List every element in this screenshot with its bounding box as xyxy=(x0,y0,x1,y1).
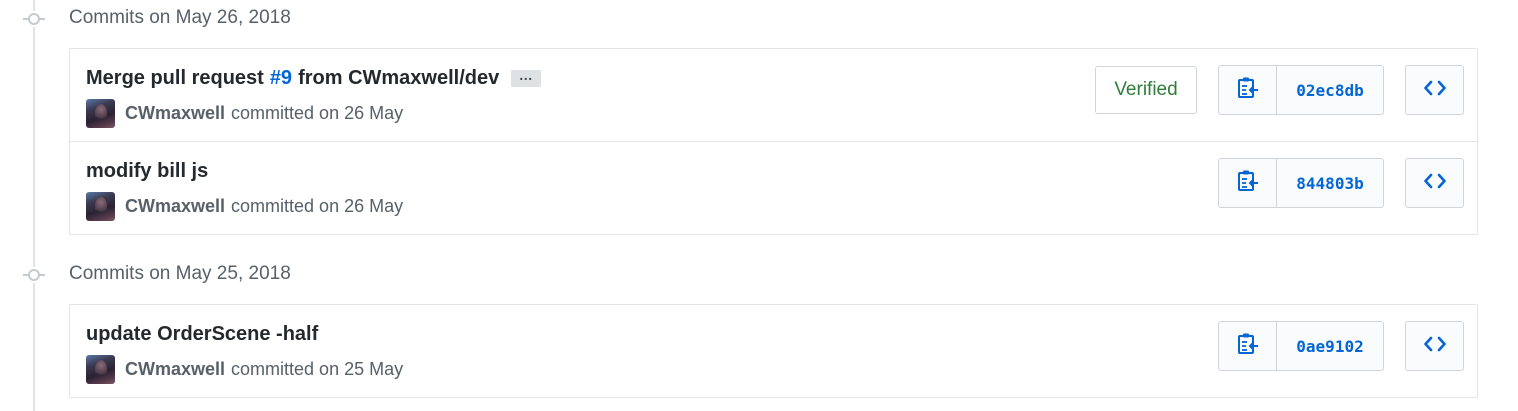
code-icon xyxy=(1423,336,1446,357)
commit-group-title: Commits on May 25, 2018 xyxy=(69,263,291,284)
git-commit-icon xyxy=(23,11,45,27)
copy-sha-button[interactable] xyxy=(1219,66,1277,114)
copy-sha-button[interactable] xyxy=(1219,159,1277,207)
commit-title-text[interactable]: from CWmaxwell/dev xyxy=(298,67,499,90)
commit-row: modify bill js CWmaxwell committed on 26… xyxy=(70,141,1477,233)
browse-files-button[interactable] xyxy=(1405,158,1464,208)
avatar[interactable] xyxy=(86,192,115,221)
commit-date-text: committed on 26 May xyxy=(231,196,404,216)
sha-button-group: 02ec8db xyxy=(1218,65,1384,115)
code-icon xyxy=(1423,80,1446,101)
commit-date-text: committed on 25 May xyxy=(231,359,404,379)
commit-meta: CWmaxwell committed on 26 May xyxy=(86,192,403,221)
timeline-line xyxy=(33,0,35,411)
clipboard-icon xyxy=(1237,169,1259,198)
commit-list: update OrderScene -half CWmaxwell commit… xyxy=(69,304,1478,398)
author-link[interactable]: CWmaxwell xyxy=(125,103,225,124)
commit-sha-link[interactable]: 02ec8db xyxy=(1277,66,1383,114)
commit-sha-link[interactable]: 0ae9102 xyxy=(1277,322,1383,370)
avatar[interactable] xyxy=(86,355,115,384)
commit-meta: CWmaxwell committed on 25 May xyxy=(86,355,403,384)
author-link[interactable]: CWmaxwell xyxy=(125,196,225,217)
commit-sha-link[interactable]: 844803b xyxy=(1277,159,1383,207)
commit-group-title: Commits on May 26, 2018 xyxy=(69,7,291,28)
commit-title: Merge pull request #9 from CWmaxwell/dev… xyxy=(86,67,542,90)
commit-date-text: committed on 26 May xyxy=(231,103,404,123)
commit-title: modify bill js xyxy=(86,160,208,183)
pull-request-link[interactable]: #9 xyxy=(270,67,292,90)
commit-title-text[interactable]: update OrderScene -half xyxy=(86,323,318,346)
commit-row: update OrderScene -half CWmaxwell commit… xyxy=(70,305,1477,397)
commit-title-text[interactable]: modify bill js xyxy=(86,160,208,183)
commit-row: Merge pull request #9 from CWmaxwell/dev… xyxy=(70,49,1477,141)
avatar[interactable] xyxy=(86,99,115,128)
commit-list: Merge pull request #9 from CWmaxwell/dev… xyxy=(69,48,1478,235)
copy-sha-button[interactable] xyxy=(1219,322,1277,370)
clipboard-icon xyxy=(1237,76,1259,105)
git-commit-icon xyxy=(23,267,45,283)
commit-meta: CWmaxwell committed on 26 May xyxy=(86,99,403,128)
code-icon xyxy=(1423,173,1446,194)
commit-title: update OrderScene -half xyxy=(86,323,318,346)
sha-button-group: 0ae9102 xyxy=(1218,321,1384,371)
verified-badge[interactable]: Verified xyxy=(1095,66,1197,114)
sha-button-group: 844803b xyxy=(1218,158,1384,208)
browse-files-button[interactable] xyxy=(1405,321,1464,371)
clipboard-icon xyxy=(1237,332,1259,361)
commit-title-text[interactable]: Merge pull request xyxy=(86,67,264,90)
expand-message-button[interactable]: … xyxy=(511,68,542,87)
author-link[interactable]: CWmaxwell xyxy=(125,359,225,380)
browse-files-button[interactable] xyxy=(1405,65,1464,115)
